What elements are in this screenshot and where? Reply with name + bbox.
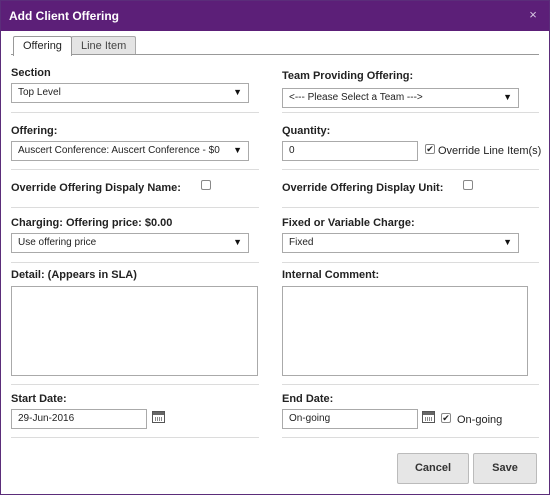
row-separator bbox=[11, 169, 259, 170]
section-select-value: Top Level bbox=[18, 87, 61, 98]
end-date-input[interactable]: On-going bbox=[282, 409, 418, 429]
chevron-down-icon: ▼ bbox=[503, 237, 512, 247]
team-select[interactable]: <--- Please Select a Team ---> ▼ bbox=[282, 88, 519, 108]
start-date-input[interactable]: 29-Jun-2016 bbox=[11, 409, 147, 429]
override-name-label: Override Offering Dispaly Name: bbox=[11, 182, 181, 194]
ongoing-label: On-going bbox=[457, 414, 503, 426]
fixed-variable-select-value: Fixed bbox=[289, 237, 314, 248]
internal-comment-label: Internal Comment: bbox=[282, 269, 380, 281]
override-name-checkbox[interactable] bbox=[201, 180, 211, 190]
tab-line-item[interactable]: Line Item bbox=[71, 36, 137, 55]
row-separator bbox=[282, 437, 539, 438]
cancel-button[interactable]: Cancel bbox=[397, 453, 469, 484]
charging-select-value: Use offering price bbox=[18, 237, 97, 248]
chevron-down-icon: ▼ bbox=[503, 92, 512, 102]
chevron-down-icon: ▼ bbox=[233, 145, 242, 155]
team-select-value: <--- Please Select a Team ---> bbox=[289, 92, 423, 103]
chevron-down-icon: ▼ bbox=[233, 87, 242, 97]
row-separator bbox=[11, 207, 259, 208]
charging-select[interactable]: Use offering price ▼ bbox=[11, 233, 249, 253]
row-separator bbox=[11, 262, 259, 263]
dialog-titlebar: Add Client Offering × bbox=[1, 1, 549, 31]
calendar-icon[interactable] bbox=[422, 411, 435, 423]
override-unit-checkbox[interactable] bbox=[463, 180, 473, 190]
fixed-variable-label: Fixed or Variable Charge: bbox=[282, 217, 415, 229]
override-unit-label: Override Offering Display Unit: bbox=[282, 182, 444, 194]
section-select[interactable]: Top Level ▼ bbox=[11, 83, 249, 103]
save-button[interactable]: Save bbox=[473, 453, 537, 484]
close-icon[interactable]: × bbox=[525, 7, 541, 23]
row-separator bbox=[282, 169, 539, 170]
charging-label: Charging: Offering price: $0.00 bbox=[11, 217, 173, 229]
dialog-title: Add Client Offering bbox=[9, 9, 119, 23]
offering-select-value: Auscert Conference: Auscert Conference -… bbox=[18, 145, 220, 156]
section-label: Section bbox=[11, 67, 51, 79]
row-separator bbox=[282, 384, 539, 385]
override-line-items-label: Override Line Item(s) bbox=[438, 145, 542, 157]
start-date-label: Start Date: bbox=[11, 393, 67, 405]
end-date-label: End Date: bbox=[282, 393, 334, 405]
quantity-input[interactable]: 0 bbox=[282, 141, 418, 161]
row-separator bbox=[282, 207, 539, 208]
detail-textarea[interactable] bbox=[11, 286, 258, 376]
row-separator bbox=[11, 112, 259, 113]
offering-label: Offering: bbox=[11, 125, 58, 137]
tabs-divider bbox=[11, 54, 539, 55]
add-client-offering-dialog: Add Client Offering × Offering Line Item… bbox=[0, 0, 550, 495]
override-line-items-checkbox[interactable]: ✔ bbox=[425, 144, 435, 154]
fixed-variable-select[interactable]: Fixed ▼ bbox=[282, 233, 519, 253]
row-separator bbox=[282, 262, 539, 263]
row-separator bbox=[282, 112, 539, 113]
row-separator bbox=[11, 384, 259, 385]
calendar-icon[interactable] bbox=[152, 411, 165, 423]
internal-comment-textarea[interactable] bbox=[282, 286, 528, 376]
tab-offering[interactable]: Offering bbox=[13, 36, 72, 56]
ongoing-checkbox[interactable]: ✔ bbox=[441, 413, 451, 423]
offering-select[interactable]: Auscert Conference: Auscert Conference -… bbox=[11, 141, 249, 161]
team-label: Team Providing Offering: bbox=[282, 70, 414, 82]
quantity-label: Quantity: bbox=[282, 125, 331, 137]
chevron-down-icon: ▼ bbox=[233, 237, 242, 247]
row-separator bbox=[11, 437, 259, 438]
detail-label: Detail: (Appears in SLA) bbox=[11, 269, 137, 281]
